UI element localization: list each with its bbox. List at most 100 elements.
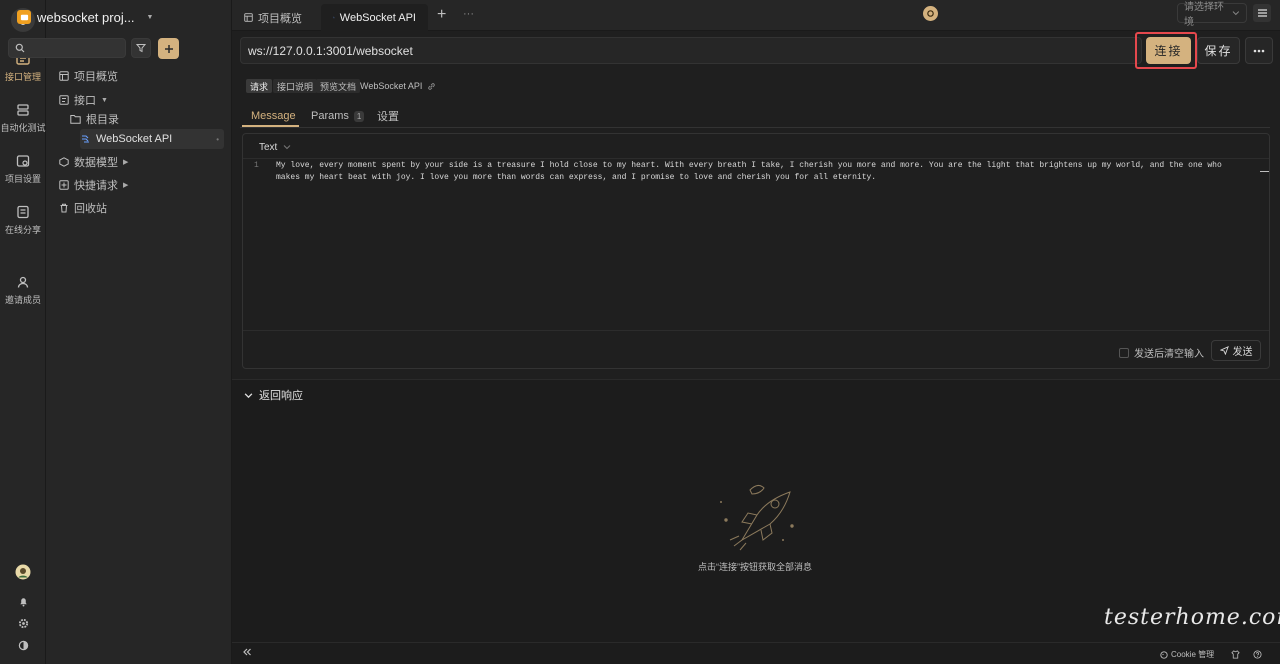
scroll-marker [1260,171,1269,172]
clear-after-send-checkbox[interactable]: 发送后清空输入 [1119,345,1204,360]
rail-label: 自动化测试 [0,123,46,133]
more-actions-button[interactable] [1245,37,1273,64]
overview-icon [59,71,69,81]
project-icon [17,10,31,24]
cookie-manager-button[interactable]: Cookie 管理 [1160,649,1214,660]
send-label: 发送 [1232,347,1253,358]
new-tab-button[interactable]: + [437,6,446,24]
tree-label: 快捷请求 [74,180,118,192]
tree-label: 接口 [74,95,96,107]
share-icon [17,205,29,219]
response-header[interactable]: 返回响应 [244,387,303,403]
rocket-illustration-icon [720,484,794,551]
caret-right-icon: ▶ [123,159,129,166]
rail-label: 项目设置 [4,174,41,184]
send-icon [1219,346,1229,355]
double-chevron-left-icon [243,648,251,656]
env-status-icon[interactable] [923,6,938,21]
save-button[interactable]: 保存 [1197,37,1240,64]
automation-icon [17,104,29,116]
websocket-icon [333,16,335,19]
rail-item-share[interactable]: 在线分享 [0,205,46,236]
folder-icon [70,115,81,124]
tree-item-recycle[interactable]: 回收站 [59,198,107,218]
shirt-icon[interactable] [1229,648,1241,660]
search-field[interactable] [8,38,126,58]
send-button[interactable]: 发送 [1211,340,1261,361]
tree-label: 回收站 [74,203,107,215]
api-title-text: WebSocket API [360,81,423,91]
tree-label: 根目录 [86,114,119,126]
rail-label: 在线分享 [4,225,41,235]
collapse-sidebar-button[interactable] [242,647,252,657]
env-placeholder: 请选择环境 [1184,2,1224,28]
tab-settings[interactable]: 设置 [377,105,399,127]
env-select[interactable]: 请选择环境 [1177,2,1247,28]
tree-item-websocket-api[interactable]: WebSocket API • [80,129,224,149]
message-content[interactable]: My love, every moment spent by your side… [276,160,1236,184]
subtab-request[interactable]: 请求 [246,79,273,93]
user-avatar[interactable] [15,564,31,580]
checkbox-label: 发送后清空输入 [1134,349,1204,360]
checkbox-box[interactable] [1119,347,1129,358]
websocket-icon [82,135,89,143]
subtab-preview[interactable]: 预览文档 [316,79,361,93]
api-title: WebSocket API [360,79,436,93]
rail-item-project-settings[interactable]: 项目设置 [0,154,46,185]
caret-right-icon: ▶ [123,182,129,189]
chevron-down-icon [1232,11,1240,16]
filter-button[interactable] [131,38,151,58]
tab-message[interactable]: Message [251,105,296,127]
theme-icon[interactable] [15,637,31,653]
tree-label: 数据模型 [74,157,118,169]
divider [240,127,1270,128]
menu-icon [1257,9,1267,17]
main-menu-button[interactable] [1253,4,1271,22]
tab-label: 项目概览 [258,12,302,25]
watermark: testerhome.com [1104,605,1280,630]
tree-item-api[interactable]: 接口 ▼ [59,90,108,110]
connect-button[interactable]: 连接 [1146,37,1191,64]
chevron-down-icon [244,392,253,398]
link-icon[interactable] [427,82,436,91]
project-settings-icon [16,155,30,167]
url-input[interactable] [248,43,1128,58]
project-switcher[interactable]: websocket proj... ▼ [17,8,153,26]
cookie-label: Cookie 管理 [1171,650,1215,659]
tree-item-quick-request[interactable]: 快捷请求 ▶ [59,175,128,195]
tree-item-data-model[interactable]: 数据模型 ▶ [59,152,128,172]
bell-icon[interactable] [15,593,31,609]
line-number: 1 [254,161,259,170]
tree-label: WebSocket API [96,133,173,145]
overview-icon [244,13,253,22]
tree-item-overview[interactable]: 项目概览 [59,66,118,86]
tab-label: WebSocket API [339,11,416,24]
tree-item-root[interactable]: 根目录 [70,109,119,129]
more-icon [1253,49,1265,52]
tab-more-button[interactable]: ··· [463,8,474,20]
response-title: 返回响应 [259,390,303,402]
rail-item-invite[interactable]: 邀请成员 [0,275,46,306]
tab-params[interactable]: Params 1 [311,105,365,127]
more-dot-icon[interactable]: • [216,135,219,144]
search-input[interactable] [29,42,125,54]
status-bar [232,642,1280,664]
tab-label: Params [311,110,349,122]
cookie-icon [1160,650,1168,659]
chevron-down-icon [283,145,291,150]
empty-state-text: 点击“连接”按钮获取全部消息 [698,562,812,572]
subtab-desc[interactable]: 接口说明 [273,79,318,93]
gear-icon[interactable] [15,615,31,631]
rail-item-automation[interactable]: 自动化测试 [0,103,46,134]
add-button[interactable] [158,38,179,59]
tab-overview[interactable]: 项目概览 [232,4,314,31]
tab-websocket-api[interactable]: WebSocket API [321,4,428,31]
caret-down-icon: ▼ [101,96,108,104]
invite-icon [17,276,29,288]
help-icon[interactable] [1251,648,1263,660]
message-type-select[interactable]: Text [259,140,291,154]
filter-icon [136,44,146,53]
url-field[interactable] [240,37,1142,64]
search-icon [15,43,25,53]
rail-label: 邀请成员 [4,295,41,305]
